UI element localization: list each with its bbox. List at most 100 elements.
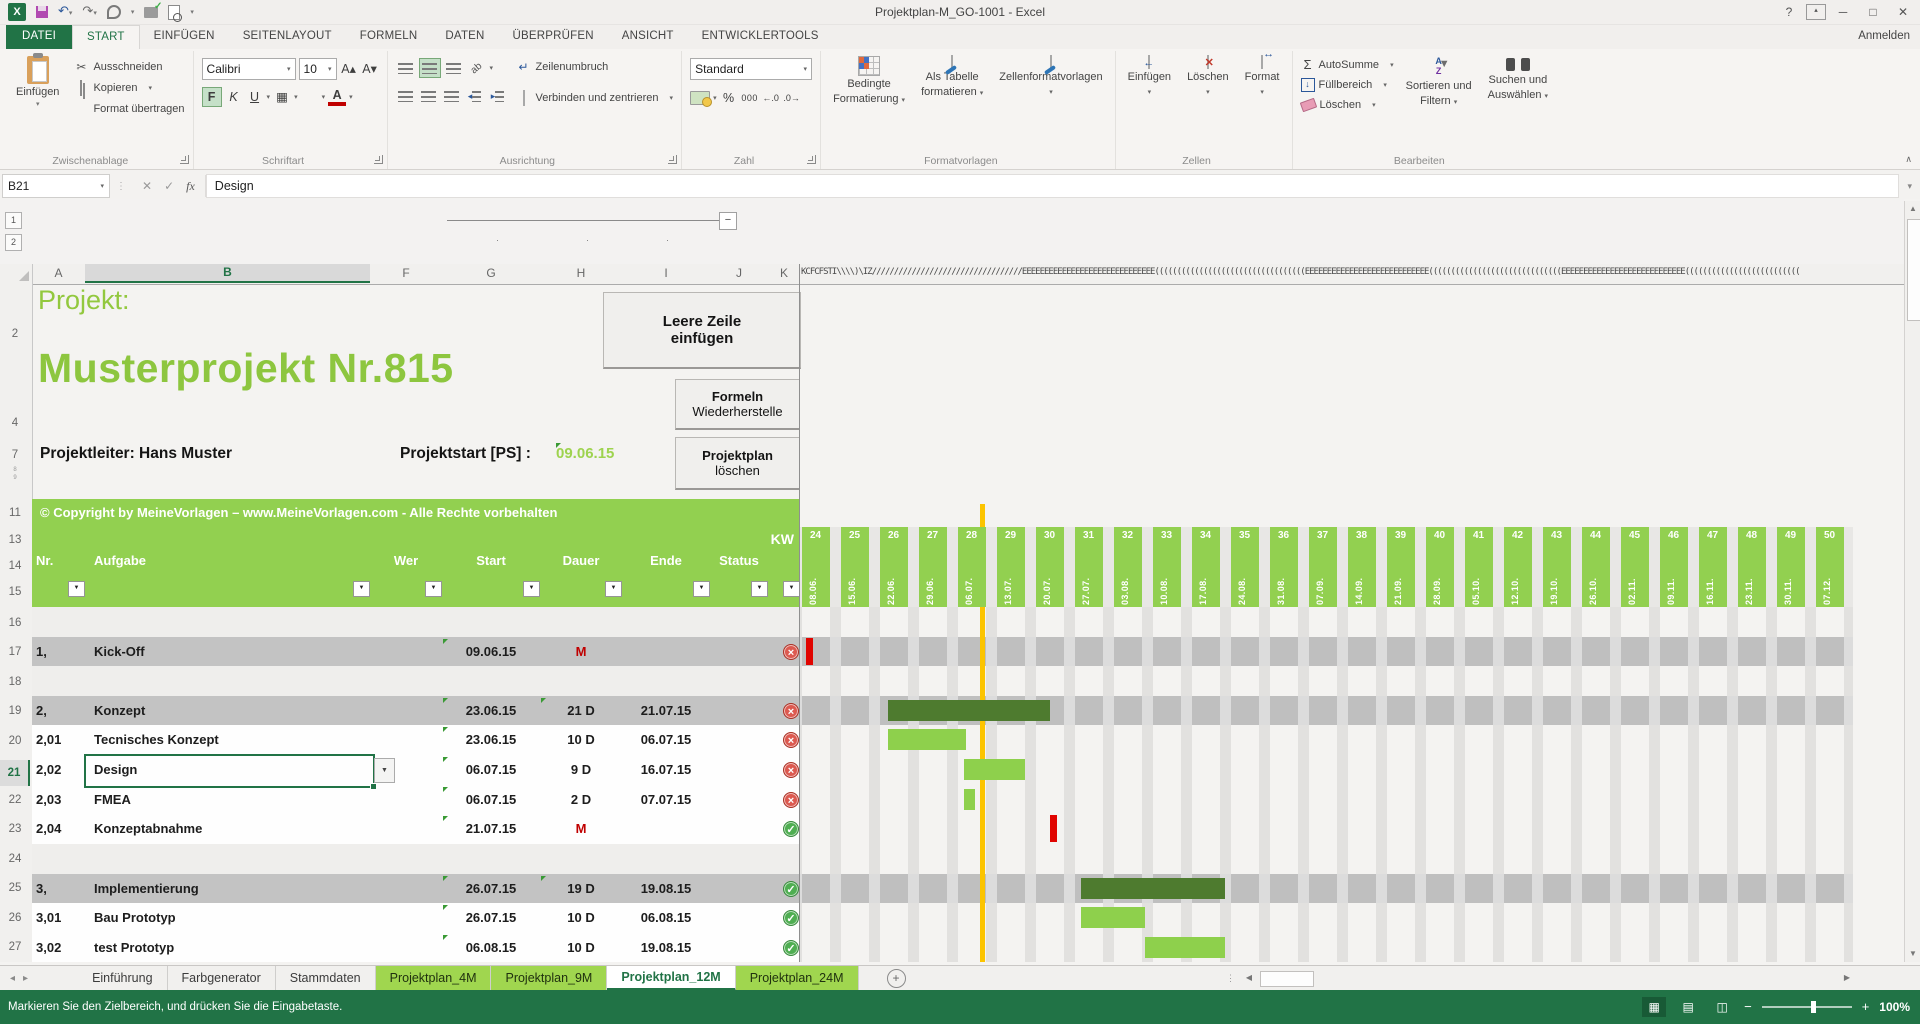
cell-duration-20[interactable]: 10 D (540, 725, 622, 754)
scroll-down-icon[interactable]: ▼ (1907, 948, 1919, 960)
collapse-ribbon-icon[interactable]: ∧ (1905, 154, 1912, 165)
italic-button[interactable]: K (225, 88, 243, 106)
cell-end-19[interactable]: 21.07.15 (622, 696, 710, 725)
row-header-7[interactable]: 7 (0, 446, 30, 464)
enter-icon[interactable]: ✓ (164, 179, 174, 193)
paste-button[interactable]: Einfügen▾ (10, 54, 65, 110)
align-middle-button[interactable] (419, 58, 441, 78)
undo-icon[interactable]: ↶▾ (58, 3, 72, 22)
cell-start-21[interactable]: 06.07.15 (442, 755, 540, 784)
customize-qat-icon[interactable]: ▾ (190, 8, 194, 16)
outline-level1-button[interactable]: 1 (5, 212, 22, 229)
cell-start-19[interactable]: 23.06.15 (442, 696, 540, 725)
number-format-select[interactable]: Standard▾ (690, 58, 812, 80)
page-break-view-icon[interactable]: ◫ (1710, 997, 1734, 1017)
cell-task-17[interactable]: Kick-Off (94, 637, 364, 666)
align-center-button[interactable] (419, 87, 439, 105)
row-header-4[interactable]: 4 (0, 414, 30, 432)
filter-button-I[interactable]: ▼ (693, 581, 710, 597)
cell-nr-23[interactable]: 2,04 (36, 814, 88, 843)
cell-styles-button[interactable]: Zellenformatvorlagen▾ (995, 54, 1106, 101)
ribbon-tab-entwick​lertools[interactable]: ENTWICK​LERTOOLS (688, 25, 833, 49)
orientation-button[interactable]: ab (467, 59, 487, 77)
copy-button[interactable]: Kopieren ▾ (73, 79, 184, 97)
cell-start-26[interactable]: 26.07.15 (442, 903, 540, 932)
cell-end-17[interactable] (622, 637, 710, 666)
column-header-F[interactable]: F (370, 264, 442, 283)
column-header-H[interactable]: H (540, 264, 622, 283)
row-header-11[interactable]: 11 (0, 504, 30, 522)
tab-scroll-right-icon[interactable]: ▸ (23, 973, 28, 984)
collapse-group-button[interactable]: − (719, 212, 737, 230)
sheet-tab-projektplan_24m[interactable]: Projektplan_24M (736, 966, 859, 991)
scroll-up-icon[interactable]: ▲ (1907, 203, 1919, 215)
underline-dropdown-icon[interactable]: ▾ (267, 93, 271, 101)
zoom-out-icon[interactable]: − (1744, 1000, 1752, 1014)
cell-duration-26[interactable]: 10 D (540, 903, 622, 932)
scrollbar-resize-handle[interactable]: ⋮ (1226, 973, 1236, 984)
column-header-I[interactable]: I (622, 264, 710, 283)
delete-project-plan-button[interactable]: Projektplanlöschen (675, 437, 800, 490)
conditional-formatting-button[interactable]: BedingteFormatierung ▾ (829, 54, 909, 109)
merge-center-button[interactable]: Verbinden und zentrieren ▾ (516, 89, 674, 107)
close-button[interactable]: ✕ (1890, 2, 1916, 22)
cell-start-20[interactable]: 23.06.15 (442, 725, 540, 754)
decrease-indent-button[interactable]: ◂ (465, 87, 485, 105)
align-right-button[interactable] (442, 87, 462, 105)
format-cells-button[interactable]: ↔ Format▾ (1241, 54, 1284, 101)
insert-function-icon[interactable]: fx (186, 179, 195, 194)
cell-task-26[interactable]: Bau Prototyp (94, 903, 364, 932)
row-header-14[interactable]: 14 (0, 557, 30, 575)
horizontal-scroll-thumb[interactable] (1260, 971, 1314, 987)
cell-duration-19[interactable]: 21 D (540, 696, 622, 725)
touch-mode-dropdown-icon[interactable]: ▾ (131, 8, 135, 16)
row-header-13[interactable]: 13 (0, 531, 30, 549)
ribbon-tab-seitenlayout[interactable]: SEITENLAYOUT (229, 25, 346, 49)
cell-duration-23[interactable]: M (540, 814, 622, 843)
filter-button-G[interactable]: ▼ (523, 581, 540, 597)
restore-formulas-button[interactable]: FormelnWiederherstelle (675, 379, 800, 430)
select-all-corner[interactable] (0, 264, 33, 284)
name-box[interactable]: B21▾ (2, 174, 110, 198)
row-header-9[interactable]: 9 (0, 475, 30, 482)
font-color-button[interactable]: A (328, 88, 346, 106)
vertical-scroll-thumb[interactable] (1907, 219, 1920, 321)
sheet-tab-einführung[interactable]: Einführung (78, 966, 167, 991)
cell-duration-22[interactable]: 2 D (540, 785, 622, 814)
insert-cells-button[interactable]: ← Einfügen▾ (1124, 54, 1175, 101)
new-sheet-button[interactable]: + (887, 969, 906, 988)
percent-style-button[interactable]: % (720, 89, 738, 107)
bold-button[interactable]: F (202, 87, 222, 107)
ribbon-tab-überprüfen[interactable]: ÜBERPRÜFEN (499, 25, 608, 49)
cell-nr-19[interactable]: 2, (36, 696, 88, 725)
filter-button-A[interactable]: ▼ (68, 581, 85, 597)
cell-end-20[interactable]: 06.07.15 (622, 725, 710, 754)
cell-nr-17[interactable]: 1, (36, 637, 88, 666)
redo-icon[interactable]: ↷▾ (82, 3, 96, 22)
column-header-G[interactable]: G (442, 264, 540, 283)
cell-nr-26[interactable]: 3,01 (36, 903, 88, 932)
namebox-splitter[interactable]: ⋮ (110, 181, 132, 192)
print-preview-icon[interactable] (168, 5, 180, 20)
wrap-text-button[interactable]: ↵Zeilenumbruch (516, 58, 674, 76)
increase-indent-button[interactable]: ▸ (488, 87, 508, 105)
cell-duration-21[interactable]: 9 D (540, 755, 622, 784)
scroll-right-icon[interactable]: ▶ (1840, 971, 1854, 985)
ribbon-tab-datei[interactable]: DATEI (6, 25, 72, 49)
cell-nr-22[interactable]: 2,03 (36, 785, 88, 814)
maximize-button[interactable]: □ (1860, 2, 1886, 22)
cell-task-25[interactable]: Implementierung (94, 874, 364, 903)
align-bottom-button[interactable] (444, 59, 464, 77)
filter-button-H[interactable]: ▼ (605, 581, 622, 597)
zoom-slider[interactable] (1762, 1006, 1852, 1008)
cell-nr-27[interactable]: 3,02 (36, 933, 88, 962)
sheet-tab-projektplan_9m[interactable]: Projektplan_9M (491, 966, 607, 991)
cell-duration-17[interactable]: M (540, 637, 622, 666)
ribbon-tab-ansicht[interactable]: ANSICHT (608, 25, 688, 49)
filter-button-K[interactable]: ▼ (783, 581, 800, 597)
column-header-B[interactable]: B (85, 264, 370, 283)
cell-start-17[interactable]: 09.06.15 (442, 637, 540, 666)
number-dialog-launcher-icon[interactable] (807, 155, 816, 164)
column-header-K[interactable]: K (768, 264, 800, 283)
format-as-table-button[interactable]: Als Tabelleformatieren ▾ (917, 54, 987, 102)
